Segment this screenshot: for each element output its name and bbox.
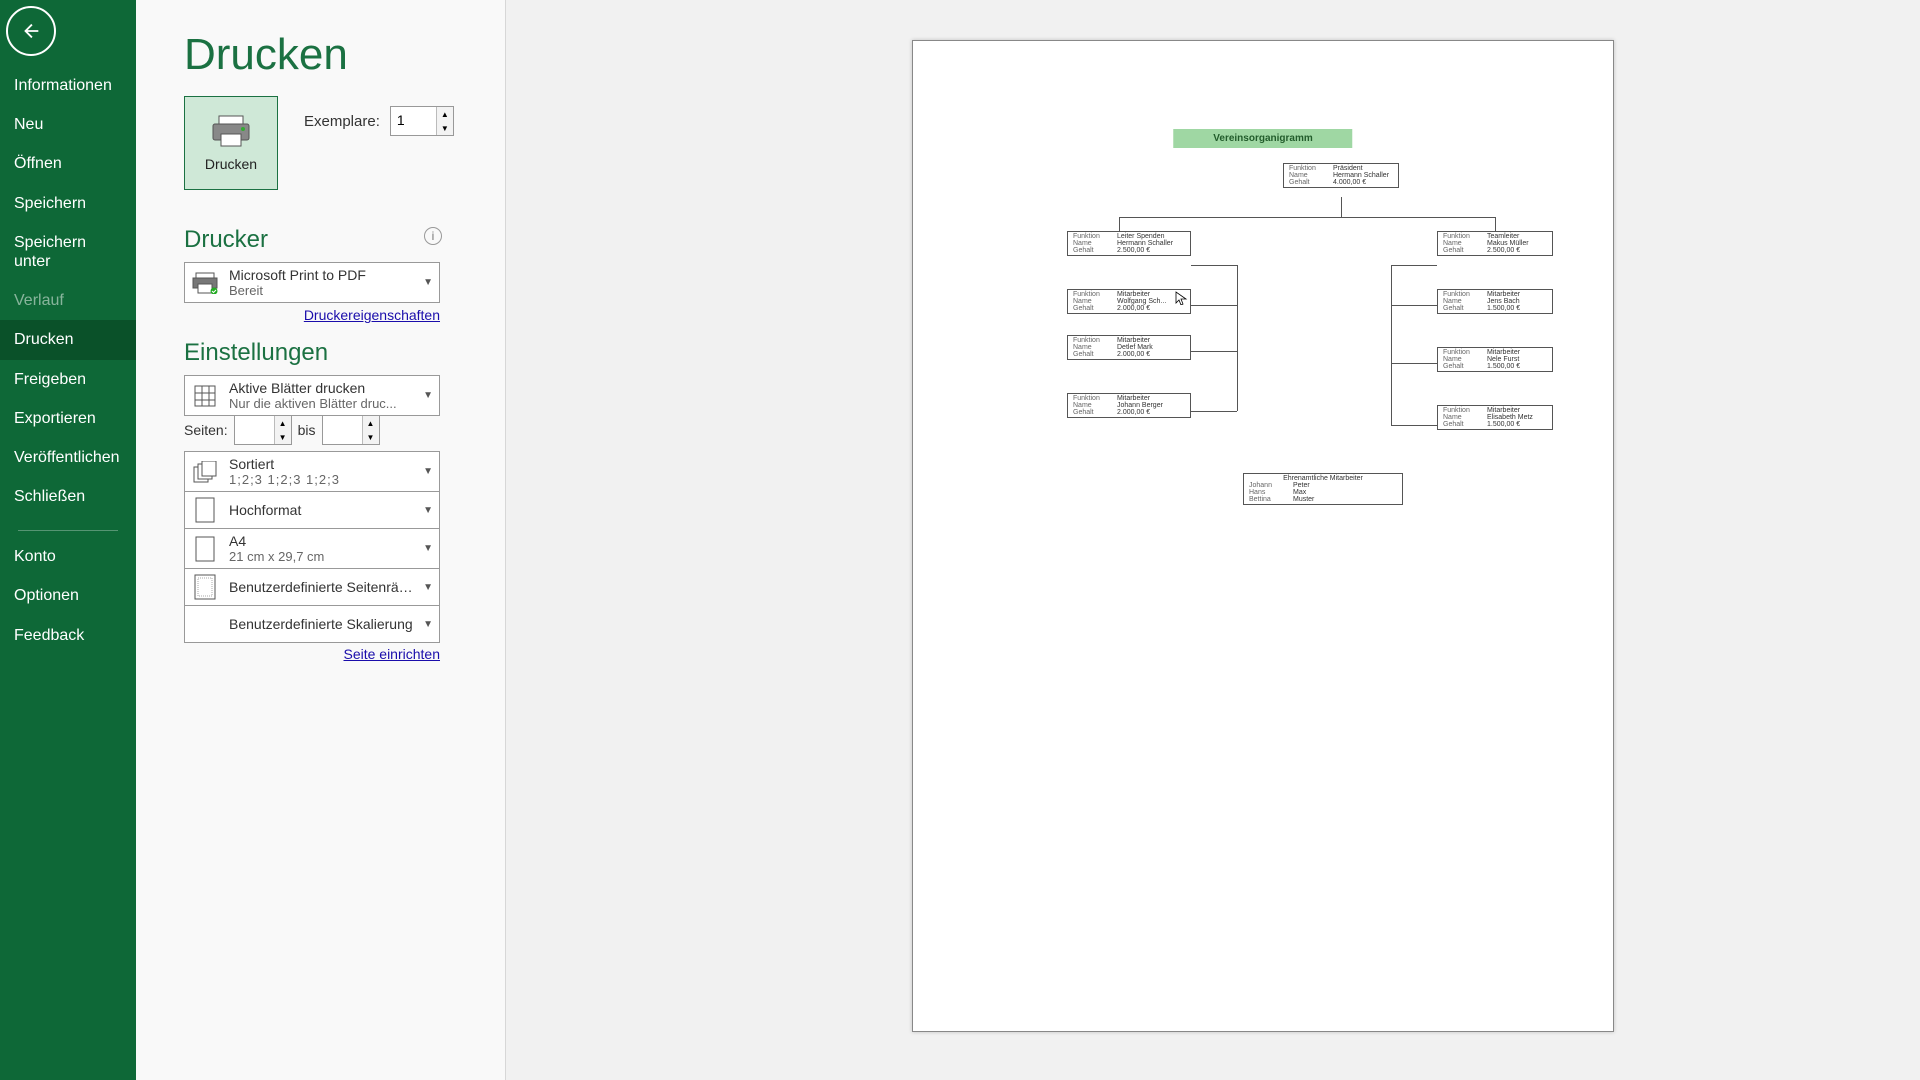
printer-section: Drucker — [184, 226, 268, 254]
org-node-president: FunktionPräsident NameHermann Schaller G… — [1283, 163, 1399, 188]
pages-label: Seiten: — [184, 422, 228, 438]
orientation-l1: Hochformat — [229, 502, 413, 518]
print-button-label: Drucken — [205, 156, 257, 172]
copies-label: Exemplare: — [304, 113, 380, 130]
pages-to-label: bis — [298, 422, 316, 438]
preview-page: Vereinsorganigramm FunktionPräsident Nam… — [912, 40, 1614, 1032]
paper-l1: A4 — [229, 533, 413, 549]
org-node: FunktionMitarbeiter NameJohann Berger Ge… — [1067, 393, 1191, 418]
pages-to[interactable]: ▲▼ — [322, 415, 380, 445]
nav-konto[interactable]: Konto — [0, 537, 136, 576]
orientation-select[interactable]: Hochformat ▼ — [184, 491, 440, 529]
paper-l2: 21 cm x 29,7 cm — [229, 549, 413, 564]
nav-exportieren[interactable]: Exportieren — [0, 399, 136, 438]
org-node: FunktionMitarbeiter NameElisabeth Metz G… — [1437, 405, 1553, 430]
scaling-l1: Benutzerdefinierte Skalierung — [229, 616, 413, 632]
scaling-select[interactable]: Benutzerdefinierte Skalierung ▼ — [184, 605, 440, 643]
orientation-icon — [191, 496, 219, 524]
print-button[interactable]: Drucken — [184, 96, 278, 190]
nav-separator — [18, 530, 118, 531]
page-title: Drucken — [184, 30, 495, 80]
org-node: FunktionMitarbeiter NameNele Furst Gehal… — [1437, 347, 1553, 372]
print-what-l1: Aktive Blätter drucken — [229, 380, 413, 396]
copies-spinner[interactable]: ▲▼ — [390, 106, 454, 136]
printer-select-icon — [191, 269, 219, 297]
chevron-down-icon: ▼ — [423, 582, 433, 593]
paper-select[interactable]: A4 21 cm x 29,7 cm ▼ — [184, 528, 440, 569]
nav-veroeffentlichen[interactable]: Veröffentlichen — [0, 438, 136, 477]
org-volunteers: Ehrenamtliche Mitarbeiter JohannPeter Ha… — [1243, 473, 1403, 505]
copies-input[interactable] — [391, 107, 441, 133]
org-node: FunktionMitarbeiter NameWolfgang Sch... … — [1067, 289, 1191, 314]
collate-l2: 1;2;3 1;2;3 1;2;3 — [229, 472, 413, 487]
print-panel: Drucken Drucken Exemplare: ▲▼ Dr — [136, 0, 506, 1080]
collate-select[interactable]: Sortiert 1;2;3 1;2;3 1;2;3 ▼ — [184, 451, 440, 492]
printer-properties-link[interactable]: Druckereigenschaften — [184, 307, 440, 323]
printer-status: Bereit — [229, 283, 413, 298]
back-button[interactable] — [6, 6, 56, 56]
chevron-down-icon: ▼ — [423, 277, 433, 288]
nav-drucken[interactable]: Drucken — [0, 320, 136, 359]
back-arrow-icon — [20, 20, 42, 42]
backstage-sidebar: Informationen Neu Öffnen Speichern Speic… — [0, 0, 136, 1080]
nav-optionen[interactable]: Optionen — [0, 576, 136, 615]
print-what-l2: Nur die aktiven Blätter druc... — [229, 396, 413, 411]
paper-icon — [191, 535, 219, 563]
settings-section: Einstellungen — [184, 339, 495, 367]
mouse-cursor-icon — [1175, 291, 1189, 305]
nav-speichern[interactable]: Speichern — [0, 184, 136, 223]
print-preview-area: Vereinsorganigramm FunktionPräsident Nam… — [506, 0, 1920, 1080]
chevron-down-icon: ▼ — [423, 505, 433, 516]
nav-feedback[interactable]: Feedback — [0, 616, 136, 655]
margins-select[interactable]: Benutzerdefinierte Seitenrän... ▼ — [184, 568, 440, 606]
print-what-select[interactable]: Aktive Blätter drucken Nur die aktiven B… — [184, 375, 440, 416]
chevron-down-icon: ▼ — [423, 466, 433, 477]
page-setup-link[interactable]: Seite einrichten — [184, 646, 440, 662]
copies-down[interactable]: ▼ — [437, 121, 453, 135]
collate-l1: Sortiert — [229, 456, 413, 472]
pages-from[interactable]: ▲▼ — [234, 415, 292, 445]
nav-neu[interactable]: Neu — [0, 105, 136, 144]
printer-select[interactable]: Microsoft Print to PDF Bereit ▼ — [184, 262, 440, 303]
nav-informationen[interactable]: Informationen — [0, 66, 136, 105]
collate-icon — [191, 458, 219, 486]
nav-list: Informationen Neu Öffnen Speichern Speic… — [0, 66, 136, 655]
nav-schliessen[interactable]: Schließen — [0, 477, 136, 516]
org-title: Vereinsorganigramm — [1173, 129, 1352, 148]
sheets-icon — [191, 382, 219, 410]
printer-info-icon[interactable]: i — [424, 227, 442, 245]
nav-speichern-unter[interactable]: Speichern unter — [0, 223, 136, 281]
chevron-down-icon: ▼ — [423, 390, 433, 401]
nav-oeffnen[interactable]: Öffnen — [0, 144, 136, 183]
org-node: FunktionTeamleiter NameMakus Müller Geha… — [1437, 231, 1553, 256]
chevron-down-icon: ▼ — [423, 619, 433, 630]
margins-icon — [191, 573, 219, 601]
org-node: FunktionMitarbeiter NameDetlef Mark Geha… — [1067, 335, 1191, 360]
printer-name: Microsoft Print to PDF — [229, 267, 413, 283]
org-node: FunktionMitarbeiter NameJens Bach Gehalt… — [1437, 289, 1553, 314]
nav-verlauf: Verlauf — [0, 281, 136, 320]
margins-l1: Benutzerdefinierte Seitenrän... — [229, 579, 413, 595]
chevron-down-icon: ▼ — [423, 543, 433, 554]
copies-up[interactable]: ▲ — [437, 107, 453, 121]
nav-freigeben[interactable]: Freigeben — [0, 360, 136, 399]
printer-icon — [211, 114, 251, 148]
org-node: FunktionLeiter Spenden NameHermann Schal… — [1067, 231, 1191, 256]
